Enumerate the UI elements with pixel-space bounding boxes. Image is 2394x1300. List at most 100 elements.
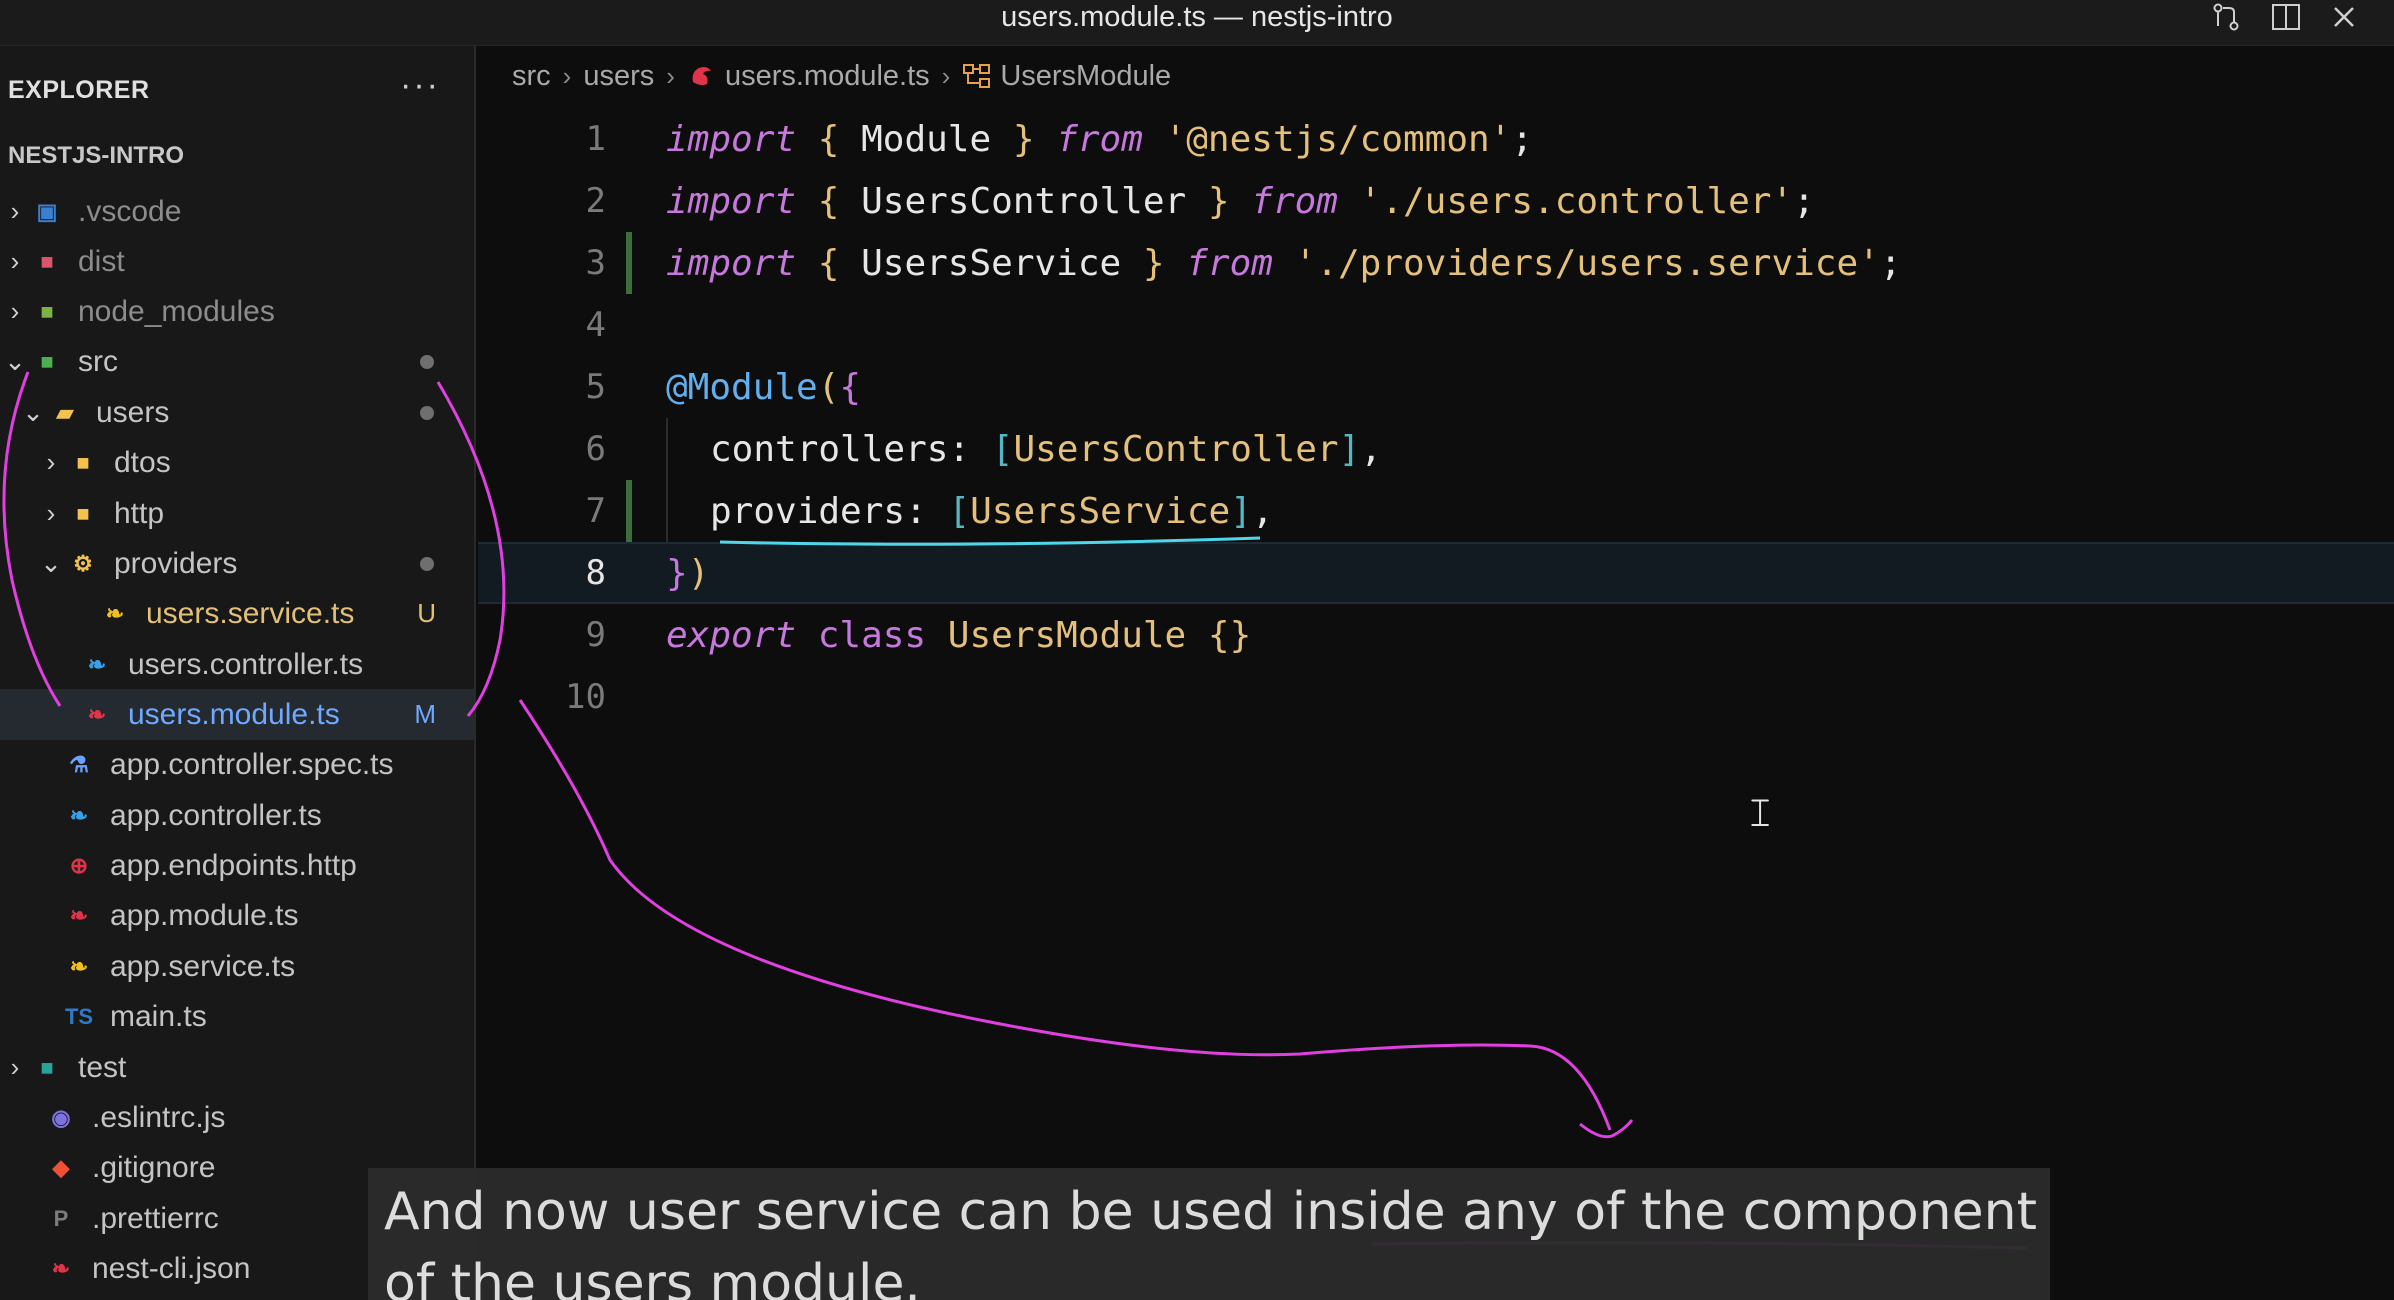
code-token: './providers/users.service' (1294, 242, 1880, 284)
tree-item-node-modules[interactable]: › ■ node_modules (0, 286, 474, 337)
tree-item-label: providers (114, 546, 238, 580)
tree-item-users-module-ts[interactable]: ❧ users.module.ts M (0, 689, 474, 740)
tree-item-app-controller-spec-ts[interactable]: ⚗ app.controller.spec.ts (0, 739, 474, 790)
tree-item-label: users (96, 395, 170, 429)
chevron-right-icon[interactable]: › (0, 1052, 30, 1083)
breadcrumb-file[interactable]: users.module.ts (725, 60, 930, 93)
line-number: 8 (585, 553, 606, 593)
code-line[interactable]: 3 import { UsersService } from './provide… (478, 232, 2394, 294)
chevron-right-icon[interactable]: › (36, 447, 66, 478)
breadcrumb-users[interactable]: users (583, 60, 654, 93)
code-line[interactable]: 4 (478, 294, 2394, 356)
tree-item-label: node_modules (78, 294, 275, 328)
line-number: 3 (585, 243, 606, 283)
tree-item-users-controller-ts[interactable]: ❧ users.controller.ts (0, 639, 474, 690)
tree-item-app-service-ts[interactable]: ❧ app.service.ts (0, 941, 474, 992)
code-line[interactable]: 10 (478, 666, 2394, 728)
tree-item-app-module-ts[interactable]: ❧ app.module.ts (0, 890, 474, 941)
git-status-badge: U (417, 598, 436, 628)
nest-controller-icon: ❧ (69, 802, 89, 828)
code-line[interactable]: 8}) (478, 542, 2394, 604)
chevron-right-icon[interactable]: › (36, 498, 66, 529)
folder-icon: ■ (76, 500, 90, 526)
tree-item-users-service-ts[interactable]: ❧ users.service.ts U (0, 588, 474, 639)
breadcrumb-src[interactable]: src (512, 60, 551, 93)
http-globe-icon: ⊕ (69, 852, 89, 878)
tree-item-label: app.controller.ts (110, 798, 322, 832)
tree-item-users[interactable]: ⌄ ▰ users (0, 387, 474, 438)
video-caption: And now user service can be used inside … (368, 1168, 2050, 1300)
gutter-change-marker (626, 232, 632, 294)
code-line[interactable]: 9 export class UsersModule {} (478, 604, 2394, 666)
close-icon[interactable] (2322, 0, 2366, 34)
code-token: providers: (710, 490, 949, 532)
test-flask-icon: ⚗ (69, 751, 89, 777)
gutter-change-marker (626, 294, 632, 356)
tree-item-label: dist (78, 244, 125, 278)
folder-open-icon: ▰ (56, 399, 74, 425)
gutter-change-marker (626, 418, 632, 480)
explorer-header: EXPLORER (8, 76, 150, 104)
code-token: [ (948, 490, 971, 532)
project-name[interactable]: NESTJS-INTRO (8, 142, 184, 170)
code-token: @Module (666, 366, 818, 408)
modified-dot-icon (420, 556, 434, 571)
code-token: controllers: (710, 428, 992, 470)
code-token: ; (1511, 118, 1534, 160)
tree-item-label: dtos (114, 445, 171, 479)
gutter-change-marker (626, 170, 632, 232)
tree-item-eslintrc-js[interactable]: ◉ .eslintrc.js (0, 1092, 474, 1143)
tree-item-dist[interactable]: › ■ dist (0, 236, 474, 287)
tree-item-label: app.service.ts (110, 949, 296, 983)
tree-item-providers[interactable]: ⌄ ⚙ providers (0, 538, 474, 589)
more-actions-button[interactable]: ··· (400, 66, 440, 105)
tree-item-label: test (78, 1050, 127, 1084)
line-number: 9 (585, 615, 606, 655)
tree-item-http[interactable]: › ■ http (0, 488, 474, 539)
code-token: export (666, 614, 797, 656)
code-token: ] (1338, 428, 1361, 470)
modified-dot-icon (420, 405, 434, 420)
code-line[interactable]: 5 @Module({ (478, 356, 2394, 418)
modified-dot-icon (420, 354, 434, 369)
tree-item-dtos[interactable]: › ■ dtos (0, 437, 474, 488)
chevron-right-icon: › (666, 60, 675, 91)
split-editor-icon[interactable] (2264, 0, 2308, 34)
chevron-right-icon[interactable]: › (0, 196, 30, 227)
code-line[interactable]: 2 import { UsersController } from './user… (478, 170, 2394, 232)
code-line[interactable]: 1 import { Module } from '@nestjs/common'… (478, 108, 2394, 170)
tree-item-label: .eslintrc.js (92, 1100, 226, 1134)
code-token: ( (817, 366, 840, 408)
code-line[interactable]: 6 controllers: [UsersController], (478, 418, 2394, 480)
tree-item-label: http (114, 496, 165, 530)
gutter-change-marker (626, 604, 632, 666)
tree-item-app-endpoints-http[interactable]: ⊕ app.endpoints.http (0, 840, 474, 891)
code-line[interactable]: 7 providers: [UsersService], (478, 480, 2394, 542)
tree-item-main-ts[interactable]: TS main.ts (0, 991, 474, 1042)
chevron-down-icon[interactable]: ⌄ (0, 346, 30, 377)
source-control-icon[interactable] (2204, 0, 2248, 34)
tree-item-src[interactable]: ⌄ ■ src (0, 336, 474, 387)
chevron-right-icon[interactable]: › (0, 296, 30, 327)
tree-item-label: .prettierrc (92, 1201, 219, 1235)
indent-guide (666, 418, 710, 480)
tree-item-test[interactable]: › ■ test (0, 1042, 474, 1093)
code-token: } (1012, 118, 1035, 160)
tree-item-vscode[interactable]: › ▣ .vscode (0, 186, 474, 237)
chevron-down-icon[interactable]: ⌄ (36, 548, 66, 579)
indent-guide (666, 480, 710, 542)
chevron-right-icon[interactable]: › (0, 246, 30, 277)
breadcrumb-symbol[interactable]: UsersModule (1000, 60, 1171, 93)
code-token: Module (839, 118, 1013, 160)
chevron-down-icon[interactable]: ⌄ (18, 397, 48, 428)
chevron-right-icon: › (941, 60, 951, 91)
eslint-icon: ◉ (51, 1104, 71, 1130)
tree-item-app-controller-ts[interactable]: ❧ app.controller.ts (0, 790, 474, 841)
providers-folder-icon: ⚙ (73, 550, 93, 576)
